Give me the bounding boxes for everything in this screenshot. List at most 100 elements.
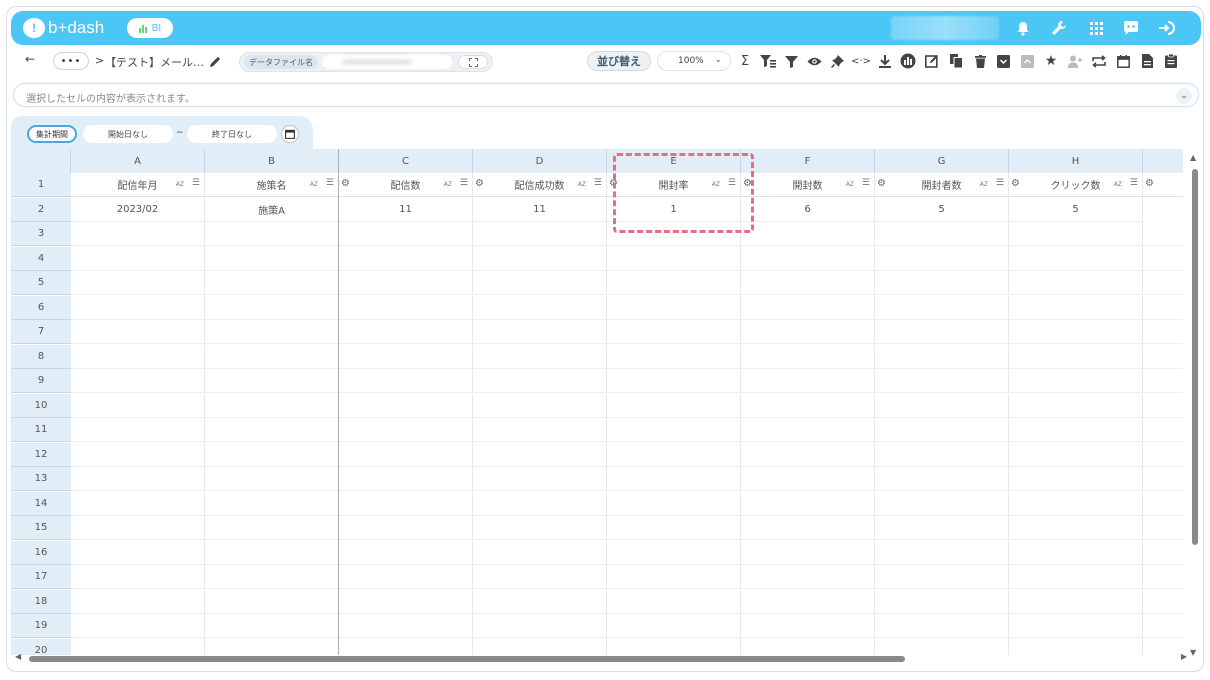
empty-cell[interactable] — [205, 369, 339, 393]
empty-cell[interactable] — [607, 614, 741, 638]
empty-cell[interactable] — [875, 491, 1009, 516]
start-date-field[interactable]: 開始日なし — [83, 125, 173, 143]
sort-az-icon[interactable]: AZ — [444, 181, 452, 188]
empty-cell[interactable] — [741, 222, 875, 246]
empty-cell[interactable] — [205, 222, 339, 246]
header-cell-g[interactable]: 開封者数 ⚙ AZ ☰ — [875, 173, 1009, 197]
header-cell-c[interactable]: 配信数 ⚙ AZ ☰ — [339, 173, 473, 197]
funnel-plus-icon[interactable] — [760, 53, 776, 69]
empty-cell[interactable] — [205, 442, 339, 467]
gear-icon[interactable]: ⚙ — [1011, 178, 1020, 189]
empty-cell[interactable] — [473, 467, 607, 491]
header-cell-next[interactable]: ⚙ク — [1143, 173, 1183, 197]
empty-cell[interactable] — [1009, 540, 1143, 565]
column-header-c[interactable]: C — [339, 149, 473, 173]
bi-badge[interactable]: BI — [127, 18, 173, 38]
sort-az-icon[interactable]: AZ — [176, 181, 184, 188]
empty-cell[interactable] — [741, 418, 875, 442]
eye-icon[interactable] — [806, 53, 822, 69]
end-date-field[interactable]: 終了日なし — [187, 125, 277, 143]
logout-icon[interactable] — [1158, 19, 1176, 37]
empty-cell[interactable] — [607, 442, 741, 467]
empty-cell[interactable] — [339, 565, 473, 589]
empty-cell[interactable] — [71, 540, 205, 565]
empty-cell[interactable] — [473, 295, 607, 320]
empty-cell[interactable] — [741, 540, 875, 565]
header-cell-d[interactable]: 配信成功数 ⚙ AZ ☰ — [473, 173, 607, 197]
row-header-3[interactable]: 3 — [11, 222, 71, 246]
empty-cell[interactable] — [71, 589, 205, 614]
empty-cell[interactable] — [875, 271, 1009, 295]
empty-cell[interactable] — [1009, 344, 1143, 369]
empty-cell[interactable] — [473, 614, 607, 638]
column-header-a[interactable]: A — [71, 149, 205, 173]
empty-cell[interactable] — [1143, 271, 1183, 295]
filter-menu-icon[interactable]: ☰ — [192, 178, 200, 188]
empty-cell[interactable] — [741, 393, 875, 418]
empty-cell[interactable] — [473, 442, 607, 467]
empty-cell[interactable] — [741, 491, 875, 516]
row-header-14[interactable]: 14 — [11, 491, 71, 516]
empty-cell[interactable] — [875, 565, 1009, 589]
empty-cell[interactable] — [741, 320, 875, 344]
file-name-value-blurred[interactable] — [322, 55, 452, 69]
empty-cell[interactable] — [473, 393, 607, 418]
row-header-7[interactable]: 7 — [11, 320, 71, 344]
empty-cell[interactable] — [1143, 467, 1183, 491]
empty-cell[interactable] — [875, 442, 1009, 467]
breadcrumb[interactable]: 【テスト】メール… — [105, 54, 204, 70]
empty-cell[interactable] — [875, 295, 1009, 320]
row-header-12[interactable]: 12 — [11, 442, 71, 467]
pencil-icon[interactable] — [207, 53, 223, 69]
empty-cell[interactable] — [339, 540, 473, 565]
empty-cell[interactable] — [1143, 492, 1183, 516]
grid-corner[interactable] — [11, 149, 71, 173]
empty-cell[interactable] — [1009, 491, 1143, 516]
data-cell-h2[interactable]: 5 — [1009, 197, 1143, 222]
gear-icon[interactable]: ⚙ — [341, 178, 350, 189]
empty-cell[interactable] — [875, 369, 1009, 393]
horizontal-scroll-thumb[interactable] — [29, 656, 905, 662]
empty-cell[interactable] — [339, 369, 473, 393]
filter-menu-icon[interactable]: ☰ — [1130, 178, 1138, 188]
empty-cell[interactable] — [1143, 418, 1183, 442]
empty-cell[interactable] — [1009, 246, 1143, 271]
star-icon[interactable]: ★ — [1043, 53, 1059, 69]
empty-cell[interactable] — [607, 540, 741, 565]
calendar-icon[interactable] — [281, 125, 299, 143]
empty-cell[interactable] — [473, 418, 607, 442]
chat-bot-icon[interactable] — [1122, 19, 1140, 37]
code-icon[interactable]: <·> — [851, 53, 871, 69]
empty-cell[interactable] — [875, 393, 1009, 418]
empty-cell[interactable] — [607, 246, 741, 271]
empty-cell[interactable] — [1009, 467, 1143, 491]
row-header-5[interactable]: 5 — [11, 271, 71, 295]
gear-icon[interactable]: ⚙ — [877, 178, 886, 189]
empty-cell[interactable] — [71, 614, 205, 638]
empty-cell[interactable] — [607, 271, 741, 295]
empty-cell[interactable] — [473, 491, 607, 516]
sort-az-icon[interactable]: AZ — [980, 181, 988, 188]
data-cell-g2[interactable]: 5 — [875, 197, 1009, 222]
empty-cell[interactable] — [875, 516, 1009, 540]
empty-cell[interactable] — [607, 516, 741, 540]
download-icon[interactable] — [877, 53, 893, 69]
sigma-icon[interactable]: Σ — [737, 53, 753, 69]
empty-cell[interactable] — [607, 344, 741, 369]
bell-icon[interactable] — [1014, 19, 1032, 37]
empty-cell[interactable] — [205, 344, 339, 369]
empty-cell[interactable] — [205, 589, 339, 614]
empty-cell[interactable] — [473, 565, 607, 589]
empty-cell[interactable] — [1143, 541, 1183, 565]
empty-cell[interactable] — [473, 344, 607, 369]
row-header-1[interactable]: 1 — [11, 173, 71, 197]
zoom-select[interactable]: 100% ⌄ — [657, 51, 731, 71]
filter-icon[interactable] — [783, 53, 799, 69]
header-cell-a[interactable]: 配信年月 AZ ☰ — [71, 173, 205, 197]
empty-cell[interactable] — [1009, 369, 1143, 393]
empty-cell[interactable] — [607, 491, 741, 516]
empty-cell[interactable] — [339, 320, 473, 344]
empty-cell[interactable] — [205, 271, 339, 295]
empty-cell[interactable] — [339, 246, 473, 271]
empty-cell[interactable] — [1009, 320, 1143, 344]
